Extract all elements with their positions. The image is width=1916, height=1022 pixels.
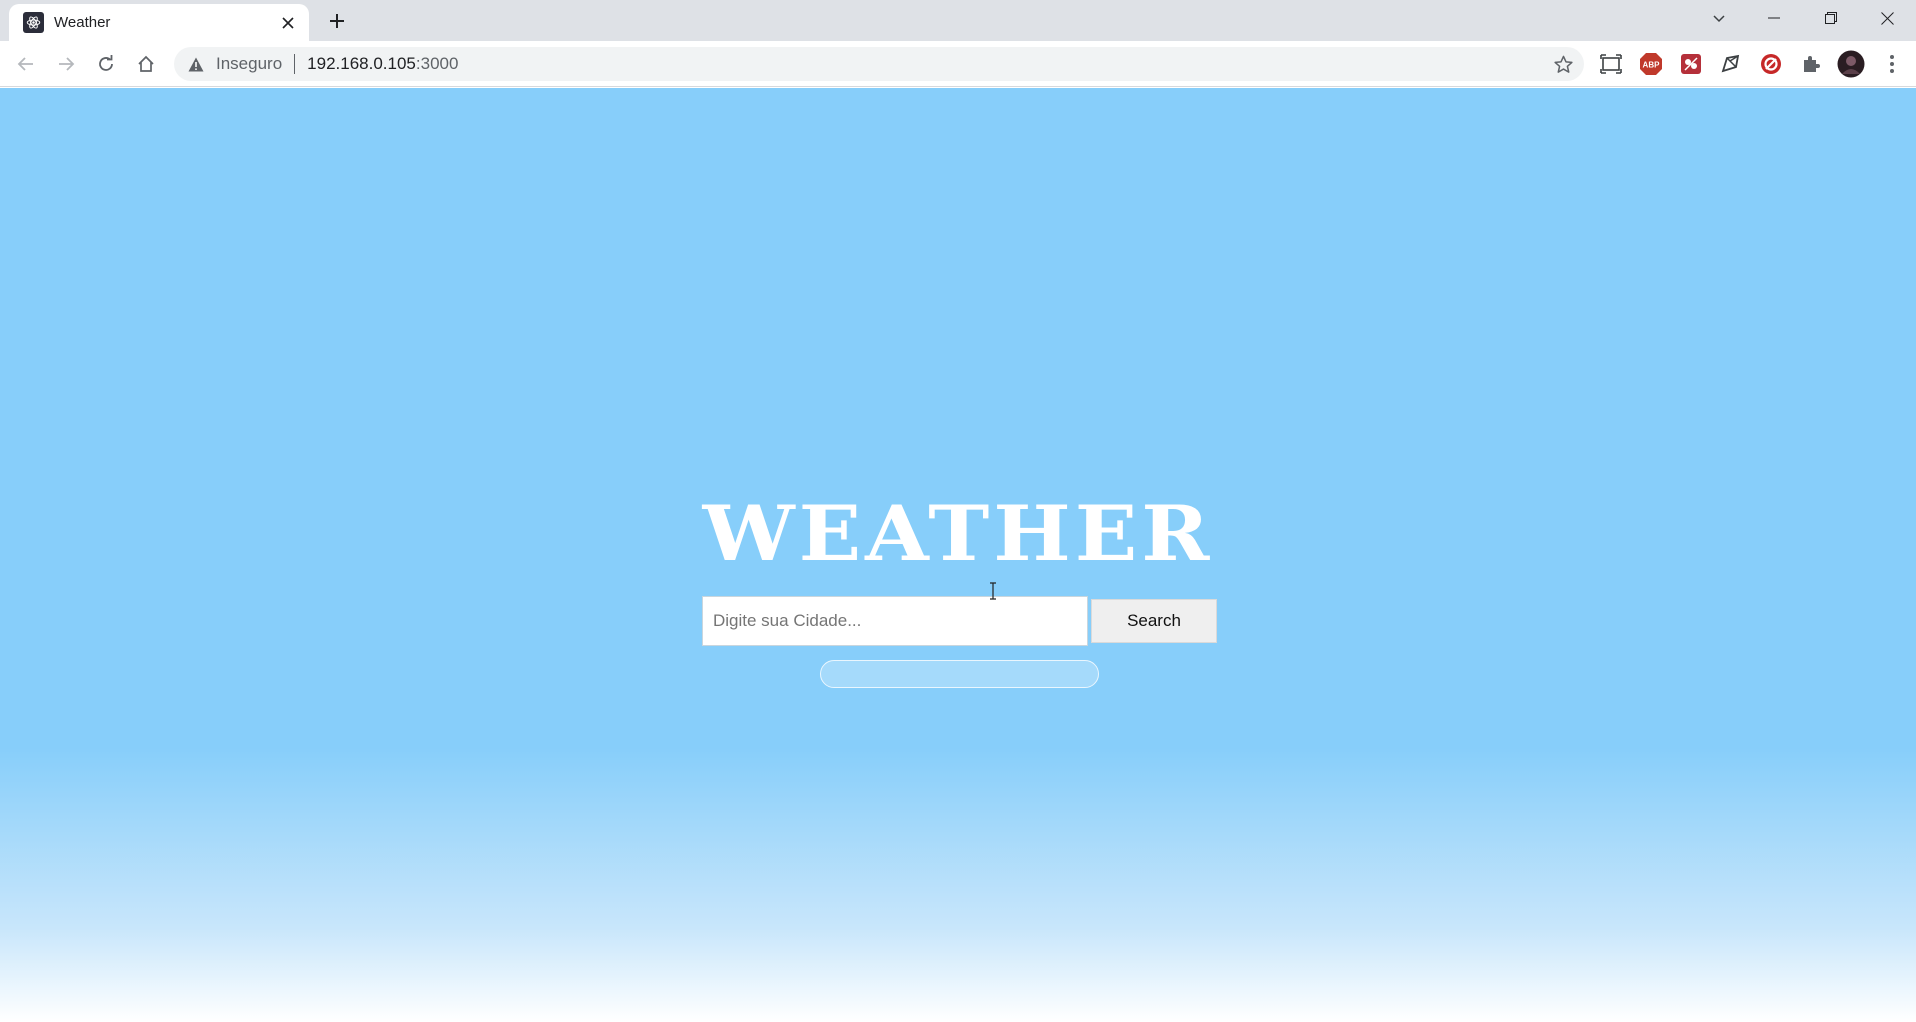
back-arrow-icon[interactable]	[11, 49, 41, 79]
close-tab-icon[interactable]	[275, 10, 301, 36]
extension-pen-icon[interactable]	[1717, 50, 1745, 78]
weather-result-container	[820, 660, 1099, 688]
react-icon	[23, 12, 44, 33]
text-cursor-icon	[988, 582, 998, 600]
browser-tab[interactable]: Weather	[9, 4, 309, 41]
more-options-icon[interactable]	[1878, 50, 1906, 78]
profile-avatar[interactable]	[1837, 50, 1865, 78]
address-separator	[294, 54, 296, 74]
browser-toolbar: Inseguro 192.168.0.105:3000 ABP	[0, 41, 1916, 87]
window-controls	[1745, 0, 1916, 36]
security-label[interactable]: Inseguro	[216, 54, 282, 74]
tab-title: Weather	[54, 14, 111, 31]
reload-icon[interactable]	[91, 49, 121, 79]
extension-red-circle-icon[interactable]	[1757, 50, 1785, 78]
extension-red-icon[interactable]	[1677, 50, 1705, 78]
page-title: WEATHER	[702, 489, 1214, 579]
chevron-down-icon[interactable]	[1704, 3, 1734, 33]
city-search-input[interactable]	[702, 596, 1088, 646]
tab-strip: Weather	[0, 0, 1916, 41]
svg-text:ABP: ABP	[1643, 61, 1661, 70]
url-port: :3000	[415, 54, 459, 73]
restore-icon[interactable]	[1802, 0, 1859, 36]
search-form: Search	[702, 596, 1217, 646]
search-button[interactable]: Search	[1091, 599, 1217, 643]
address-bar[interactable]: Inseguro 192.168.0.105:3000	[174, 47, 1584, 81]
plus-icon[interactable]	[322, 6, 352, 36]
adblock-plus-icon[interactable]: ABP	[1637, 50, 1665, 78]
url-host: 192.168.0.105	[307, 54, 416, 73]
warning-icon[interactable]	[188, 55, 206, 73]
puzzle-icon[interactable]	[1797, 50, 1825, 78]
forward-arrow-icon[interactable]	[51, 49, 81, 79]
page-viewport: WEATHER Search	[0, 88, 1916, 1022]
bookmark-star-icon[interactable]	[1552, 53, 1574, 75]
close-icon[interactable]	[1859, 0, 1916, 36]
screen-capture-icon[interactable]	[1597, 50, 1625, 78]
minimize-icon[interactable]	[1745, 0, 1802, 36]
home-icon[interactable]	[131, 49, 161, 79]
